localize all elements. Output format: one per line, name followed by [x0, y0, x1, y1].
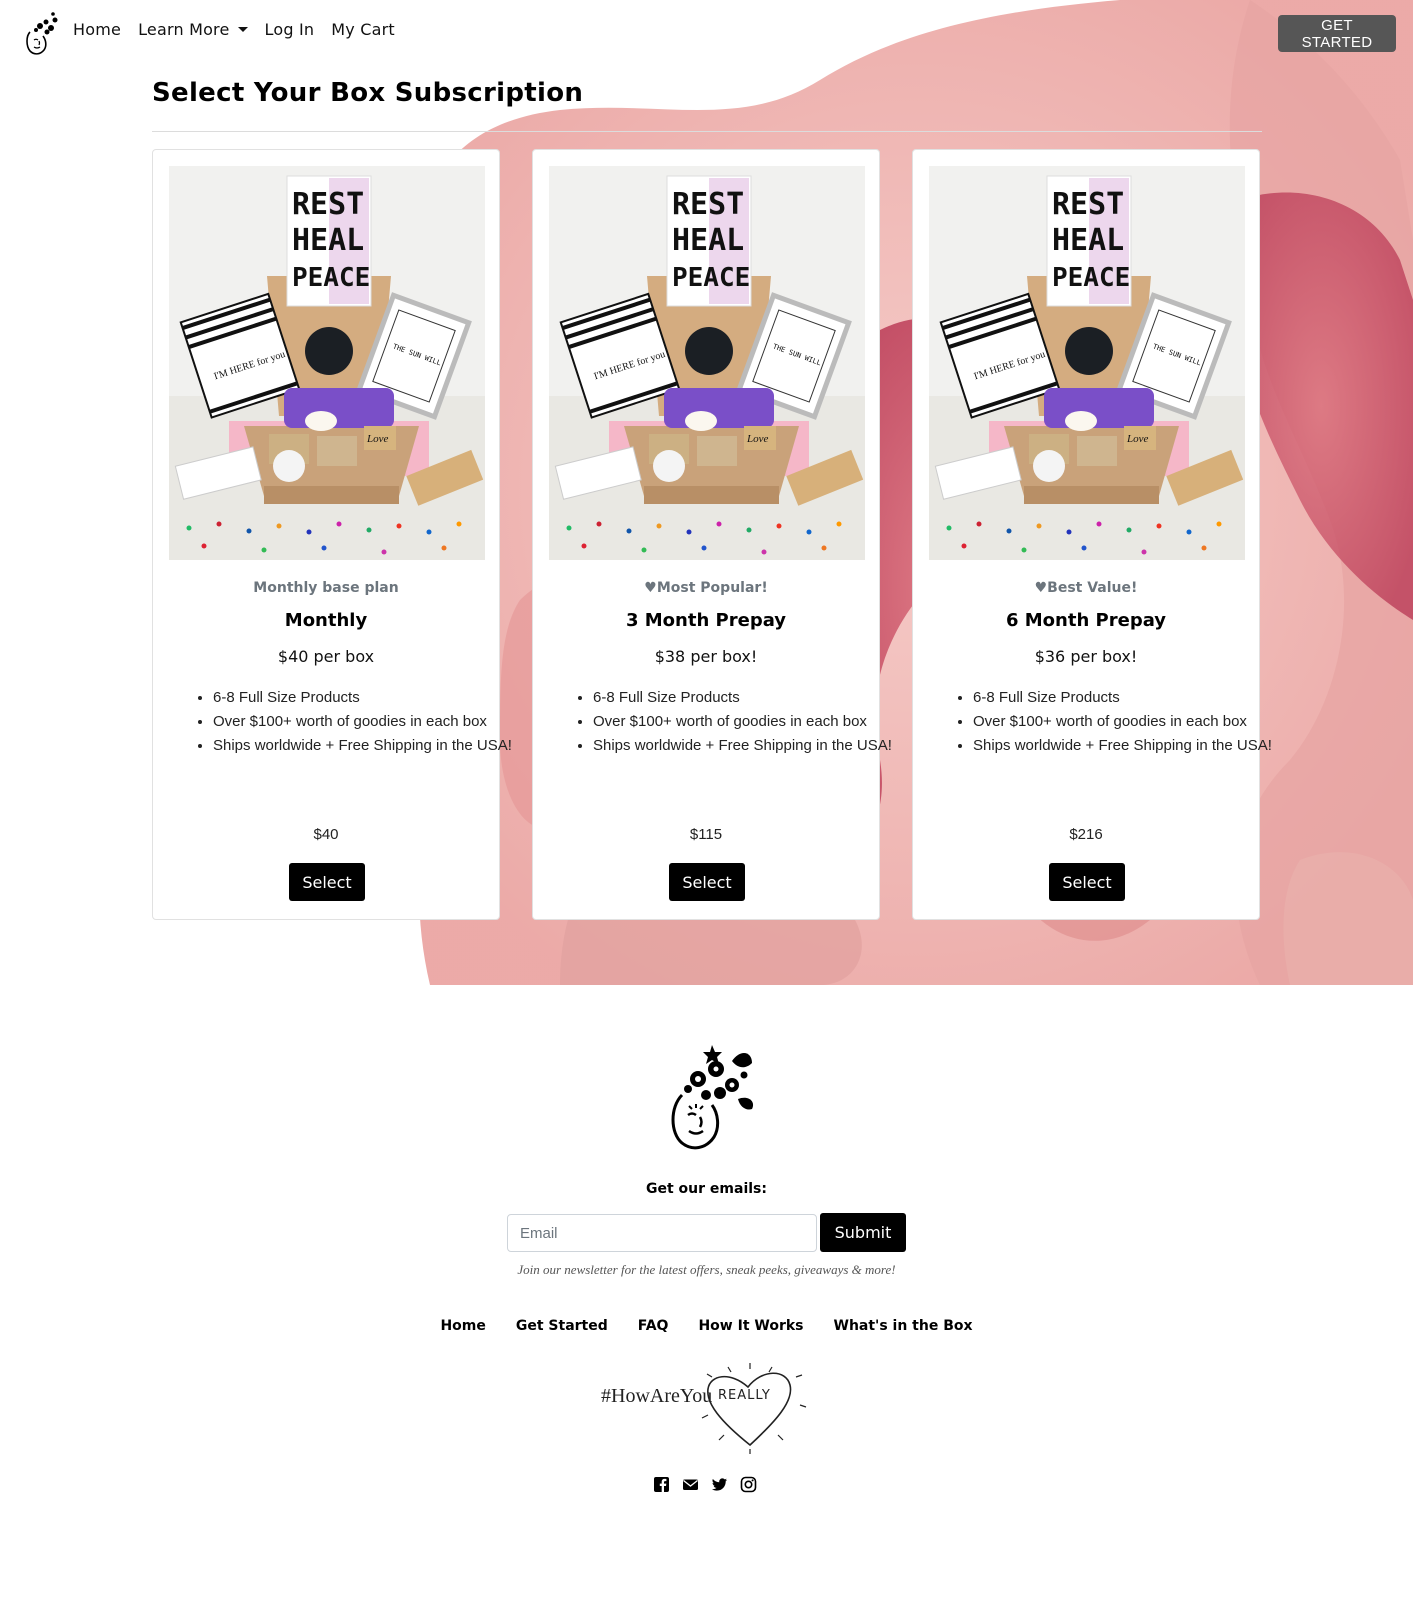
plan-feature: Ships worldwide + Free Shipping in the U…: [213, 734, 513, 758]
nav-learn-more-label: Learn More: [138, 20, 230, 39]
plan-name: 6 Month Prepay: [1005, 610, 1167, 631]
hashtag-text: #HowAreYou: [601, 1385, 713, 1407]
plan-feature: Over $100+ worth of goodies in each box: [973, 710, 1273, 734]
image-card-text: REST: [672, 187, 744, 222]
plan-name: 3 Month Prepay: [625, 610, 787, 631]
image-tag-text: Love: [746, 433, 769, 445]
select-button[interactable]: Select: [669, 863, 745, 901]
newsletter-note: Join our newsletter for the latest offer…: [517, 1262, 896, 1277]
brand-logo[interactable]: [22, 10, 62, 56]
plan-features: 6-8 Full Size ProductsOver $100+ worth o…: [177, 686, 513, 758]
image-tag-text: Love: [366, 433, 389, 445]
box-product-image: REST HEAL PEACE I'M HERE for you THE SUN…: [549, 166, 865, 560]
page-title: Select Your Box Subscription: [152, 78, 584, 108]
plan-tag: Monthly base plan: [253, 580, 399, 596]
plan-card-monthly: REST HEAL PEACE I'M HERE for you THE SUN…: [152, 149, 512, 920]
hashtag-really-text: REALLY: [718, 1388, 771, 1403]
box-product-image: REST HEAL PEACE I'M HERE for you THE SUN…: [929, 166, 1245, 560]
plan-price: $40 per box: [277, 647, 375, 666]
footer-nav: Home Get Started FAQ How It Works What's…: [0, 1318, 1413, 1334]
email-field[interactable]: [507, 1214, 817, 1252]
footer-link-get-started[interactable]: Get Started: [516, 1318, 608, 1334]
plan-card-six-month: REST HEAL PEACE I'M HERE for you THE SUN…: [912, 149, 1272, 920]
footer-link-faq[interactable]: FAQ: [638, 1318, 669, 1334]
plan-feature: Over $100+ worth of goodies in each box: [593, 710, 893, 734]
image-tag-text: Love: [1126, 433, 1149, 445]
image-card-text: HEAL: [1052, 223, 1124, 258]
footer-link-home[interactable]: Home: [440, 1318, 485, 1334]
chevron-down-icon: [237, 27, 248, 32]
hashtag-logo: #HowAreYou REALLY: [600, 1355, 814, 1455]
twitter-icon[interactable]: [711, 1476, 728, 1493]
navbar: Home Learn More Log In My Cart GET START…: [0, 0, 1413, 66]
email-icon[interactable]: [682, 1476, 699, 1493]
nav-learn-more[interactable]: Learn More: [138, 20, 248, 39]
instagram-icon[interactable]: [740, 1476, 757, 1493]
image-card-text: REST: [292, 187, 364, 222]
plan-name: Monthly: [284, 610, 368, 631]
title-divider: [152, 131, 1262, 132]
nav-home[interactable]: Home: [73, 20, 121, 39]
plan-feature: 6-8 Full Size Products: [593, 686, 893, 710]
plan-tag: ♥Most Popular!: [644, 580, 768, 596]
plan-feature: 6-8 Full Size Products: [973, 686, 1273, 710]
emails-label: Get our emails:: [646, 1181, 767, 1197]
plan-feature: 6-8 Full Size Products: [213, 686, 513, 710]
footer-link-whats-in-the-box[interactable]: What's in the Box: [834, 1318, 973, 1334]
footer-link-how-it-works[interactable]: How It Works: [698, 1318, 803, 1334]
footer-logo: [671, 1045, 754, 1150]
image-card-text: HEAL: [292, 223, 364, 258]
image-card-text: HEAL: [672, 223, 744, 258]
plan-total: $40: [313, 826, 339, 843]
social-links: [653, 1476, 757, 1493]
select-button[interactable]: Select: [1049, 863, 1125, 901]
plan-tag: ♥Best Value!: [1034, 580, 1138, 596]
image-card-text: PEACE: [672, 263, 750, 293]
plan-card-three-month: REST HEAL PEACE I'M HERE for you THE SUN…: [532, 149, 892, 920]
plan-price: $38 per box!: [654, 647, 758, 666]
submit-button[interactable]: Submit: [820, 1213, 906, 1252]
image-card-text: REST: [1052, 187, 1124, 222]
plan-feature: Ships worldwide + Free Shipping in the U…: [973, 734, 1273, 758]
get-started-button[interactable]: GET STARTED: [1278, 15, 1396, 52]
plan-total: $115: [689, 826, 723, 843]
image-card-text: PEACE: [1052, 263, 1130, 293]
plan-feature: Over $100+ worth of goodies in each box: [213, 710, 513, 734]
image-card-text: PEACE: [292, 263, 370, 293]
nav-log-in[interactable]: Log In: [265, 20, 315, 39]
plan-feature: Ships worldwide + Free Shipping in the U…: [593, 734, 893, 758]
facebook-icon[interactable]: [653, 1476, 670, 1493]
plan-total: $216: [1069, 826, 1103, 843]
box-product-image: REST HEAL PEACE I'M HERE for you THE SUN…: [169, 166, 485, 560]
plan-features: 6-8 Full Size ProductsOver $100+ worth o…: [557, 686, 893, 758]
plan-price: $36 per box!: [1034, 647, 1138, 666]
plan-features: 6-8 Full Size ProductsOver $100+ worth o…: [937, 686, 1273, 758]
select-button[interactable]: Select: [289, 863, 365, 901]
nav-my-cart[interactable]: My Cart: [331, 20, 395, 39]
